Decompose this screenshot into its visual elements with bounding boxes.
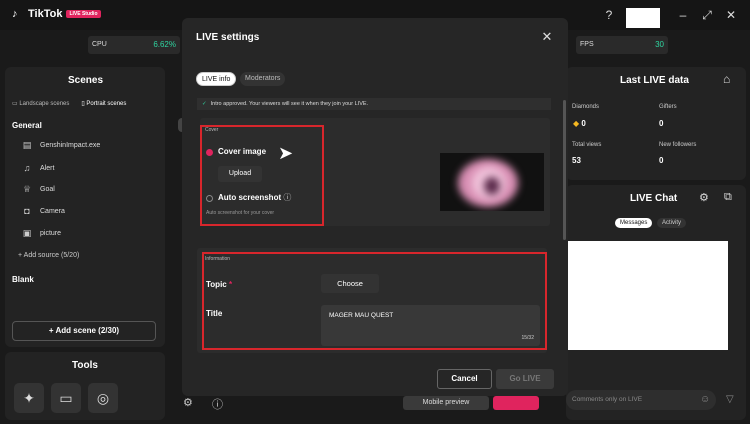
scene-group-blank[interactable]: Blank bbox=[12, 275, 34, 284]
upload-button[interactable]: Upload bbox=[218, 166, 262, 182]
add-source-button[interactable]: + Add source (5/20) bbox=[18, 252, 79, 259]
fps-label: FPS bbox=[580, 41, 594, 48]
title-label: Title bbox=[206, 309, 223, 318]
check-icon: ✓ bbox=[202, 101, 207, 107]
scene-tabs: ▭ Landscape scenes ▯ Portrait scenes bbox=[12, 100, 126, 107]
topic-label: Topic * bbox=[206, 280, 233, 289]
video-tool-button[interactable]: ▭ bbox=[51, 383, 81, 413]
tab-moderators[interactable]: Moderators bbox=[240, 72, 286, 86]
go-live-button[interactable]: Go LIVE bbox=[496, 369, 554, 389]
diamonds-value: ◆ 0 bbox=[573, 119, 586, 128]
title-input[interactable]: MAGER MAU QUEST 15/32 bbox=[321, 305, 540, 346]
tab-activity[interactable]: Activity bbox=[657, 218, 687, 228]
new-followers-label: New followers bbox=[659, 142, 697, 148]
sparkle-icon: ✦ bbox=[23, 390, 35, 406]
auto-screenshot-radio[interactable] bbox=[206, 195, 213, 202]
tab-portrait-scenes[interactable]: ▯ Portrait scenes bbox=[81, 100, 126, 107]
new-followers-value: 0 bbox=[659, 156, 664, 165]
image-icon: ▣ bbox=[22, 228, 32, 238]
title-char-counter: 15/32 bbox=[521, 335, 534, 341]
scene-group-general[interactable]: General bbox=[12, 121, 42, 130]
target-tool-button[interactable]: ◎ bbox=[88, 383, 118, 413]
emoji-icon[interactable]: ☺ bbox=[700, 394, 710, 405]
tools-title: Tools bbox=[72, 360, 98, 371]
mobile-preview-button[interactable]: Mobile preview bbox=[403, 396, 489, 410]
source-item[interactable]: ▤ GenshinImpact.exe bbox=[22, 140, 101, 150]
cpu-stat: CPU 6.62% bbox=[88, 36, 180, 54]
info-icon[interactable]: ⓘ bbox=[212, 396, 223, 412]
gifters-label: Gifters bbox=[659, 104, 677, 110]
chat-settings-icon[interactable]: ⚙ bbox=[699, 191, 709, 204]
diamond-icon: ◆ bbox=[573, 119, 580, 128]
help-icon[interactable]: ? bbox=[602, 8, 616, 22]
diamonds-label: Diamonds bbox=[572, 104, 600, 110]
bell-icon: ♫ bbox=[23, 163, 31, 173]
profile-avatar[interactable] bbox=[626, 8, 660, 28]
live-studio-badge: LIVE Studio bbox=[66, 10, 101, 18]
auto-screenshot-hint: Auto screenshot for your cover bbox=[206, 210, 275, 216]
title-input-value: MAGER MAU QUEST bbox=[329, 312, 394, 319]
add-scene-button[interactable]: + Add scene (2/30) bbox=[12, 321, 156, 341]
help-circle-icon: ⓘ bbox=[283, 193, 292, 202]
trophy-icon: ♕ bbox=[22, 184, 32, 194]
source-item[interactable]: ♕ Goal bbox=[22, 184, 55, 194]
cpu-label: CPU bbox=[92, 41, 107, 48]
close-window-icon[interactable]: ✕ bbox=[724, 8, 738, 22]
effects-tool-button[interactable]: ✦ bbox=[14, 383, 44, 413]
start-live-button-bg[interactable] bbox=[493, 396, 539, 410]
video-camera-icon: ▭ bbox=[59, 390, 73, 406]
tab-messages[interactable]: Messages bbox=[615, 218, 653, 228]
thumb-blob bbox=[484, 177, 500, 195]
cpu-value: 6.62% bbox=[153, 40, 176, 49]
fps-value: 30 bbox=[655, 40, 664, 49]
gifters-value: 0 bbox=[659, 119, 664, 128]
popout-icon[interactable]: ⧉ bbox=[724, 191, 732, 204]
cover-image-label[interactable]: Cover image bbox=[218, 147, 266, 156]
home-icon[interactable]: ⌂ bbox=[723, 72, 730, 86]
minimize-icon[interactable]: – bbox=[676, 8, 690, 22]
app-logo: ♪ TikTok LIVE Studio bbox=[12, 8, 101, 20]
modal-title: LIVE settings bbox=[196, 32, 260, 43]
cancel-button[interactable]: Cancel bbox=[437, 369, 492, 389]
modal-scrollbar[interactable] bbox=[563, 100, 566, 240]
tiktok-logo-icon: ♪ bbox=[12, 8, 18, 20]
total-views-value: 53 bbox=[572, 156, 581, 165]
chat-messages-area bbox=[545, 241, 728, 350]
camera-icon: ◘ bbox=[24, 206, 30, 216]
close-icon[interactable]: ✕ bbox=[540, 29, 554, 45]
source-item[interactable]: ◘ Camera bbox=[22, 206, 65, 216]
tab-live-info[interactable]: LIVE info bbox=[196, 72, 237, 86]
tab-landscape-scenes[interactable]: ▭ Landscape scenes bbox=[12, 100, 69, 107]
choose-topic-button[interactable]: Choose bbox=[321, 274, 379, 293]
cover-image-radio[interactable] bbox=[206, 149, 213, 156]
target-icon: ◎ bbox=[96, 390, 110, 406]
fps-stat: FPS 30 bbox=[576, 36, 668, 54]
auto-screenshot-label[interactable]: Auto screenshot ⓘ bbox=[218, 192, 291, 203]
scenes-title: Scenes bbox=[68, 75, 104, 86]
mouse-cursor-icon: ➤ bbox=[278, 143, 294, 163]
settings-gear-icon[interactable]: ⚙ bbox=[183, 396, 193, 409]
intro-approved-notice: ✓ Intro approved. Your viewers will see i… bbox=[197, 98, 551, 110]
filter-icon[interactable]: ▽ bbox=[726, 394, 734, 405]
live-chat-title: LIVE Chat bbox=[630, 193, 678, 204]
source-item[interactable]: ♫ Alert bbox=[22, 163, 55, 173]
total-views-label: Total views bbox=[572, 142, 602, 148]
app-name: TikTok bbox=[28, 8, 63, 20]
chat-input[interactable]: Comments only on LIVE bbox=[566, 390, 716, 410]
cover-preview-thumbnail bbox=[440, 153, 544, 211]
maximize-icon[interactable]: ⤢ bbox=[700, 8, 714, 22]
game-capture-icon: ▤ bbox=[22, 140, 32, 150]
source-item[interactable]: ▣ picture bbox=[22, 228, 61, 238]
last-live-title: Last LIVE data bbox=[620, 75, 689, 86]
